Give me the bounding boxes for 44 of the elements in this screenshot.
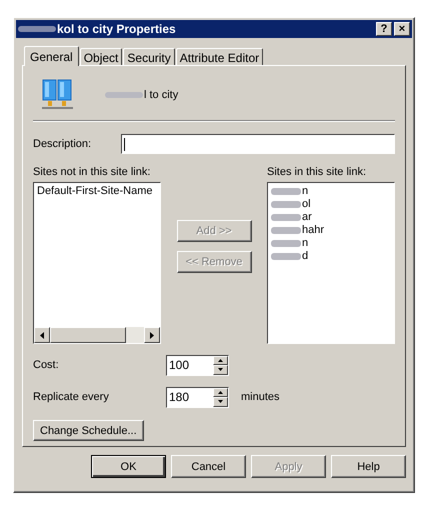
help-button[interactable]: ? (376, 22, 392, 36)
unit-label: minutes (241, 391, 280, 403)
replicate-spinbox[interactable]: 180 (166, 386, 229, 408)
redaction-mark (18, 26, 56, 32)
window-title: kol to city Properties (57, 22, 177, 36)
tab[interactable]: Object (80, 48, 122, 65)
tab[interactable]: General (24, 46, 79, 66)
down-arrow-icon[interactable] (218, 400, 223, 404)
list-item[interactable]: ar (302, 211, 312, 224)
close-button[interactable]: × (394, 22, 410, 36)
list-item[interactable]: Default-First-Site-Name (37, 185, 157, 198)
list-item[interactable]: n (302, 237, 308, 250)
object-name: l to city (144, 89, 178, 101)
dialog-button[interactable]: Cancel (171, 455, 246, 478)
redaction-mark (271, 240, 301, 247)
horizontal-scrollbar[interactable] (34, 327, 160, 343)
redaction-mark (271, 188, 301, 195)
dialog-button[interactable]: OK (91, 455, 166, 478)
tab[interactable]: Attribute Editor (176, 48, 264, 65)
servers-icon (41, 78, 75, 112)
up-arrow-icon[interactable] (218, 358, 223, 362)
redaction-mark (271, 201, 301, 208)
list-item[interactable]: n (302, 185, 308, 198)
list-label: Sites in this site link: (267, 166, 368, 178)
list-label: Sites not in this site link: (33, 166, 152, 178)
redaction-mark (271, 214, 301, 221)
right-arrow-icon[interactable] (150, 332, 154, 338)
redaction-mark (105, 92, 143, 98)
list-item[interactable]: d (302, 250, 308, 263)
description-label: Description: (33, 138, 92, 150)
redaction-mark (271, 253, 301, 260)
cost-label: Cost: (33, 359, 60, 371)
dialog-button[interactable]: Help (331, 455, 406, 478)
description-field[interactable] (121, 134, 395, 154)
tab[interactable]: Security (123, 48, 175, 65)
list-item[interactable]: ol (302, 198, 311, 211)
replicate-label: Replicate every (33, 391, 110, 403)
list-item[interactable]: hahr (302, 224, 324, 237)
left-arrow-icon[interactable] (40, 332, 44, 338)
up-arrow-icon[interactable] (218, 390, 223, 394)
cost-spinbox[interactable]: 100 (166, 354, 229, 376)
redaction-mark (271, 227, 301, 234)
change-schedule-button[interactable]: Change Schedule... (33, 420, 144, 441)
down-arrow-icon[interactable] (218, 368, 223, 372)
